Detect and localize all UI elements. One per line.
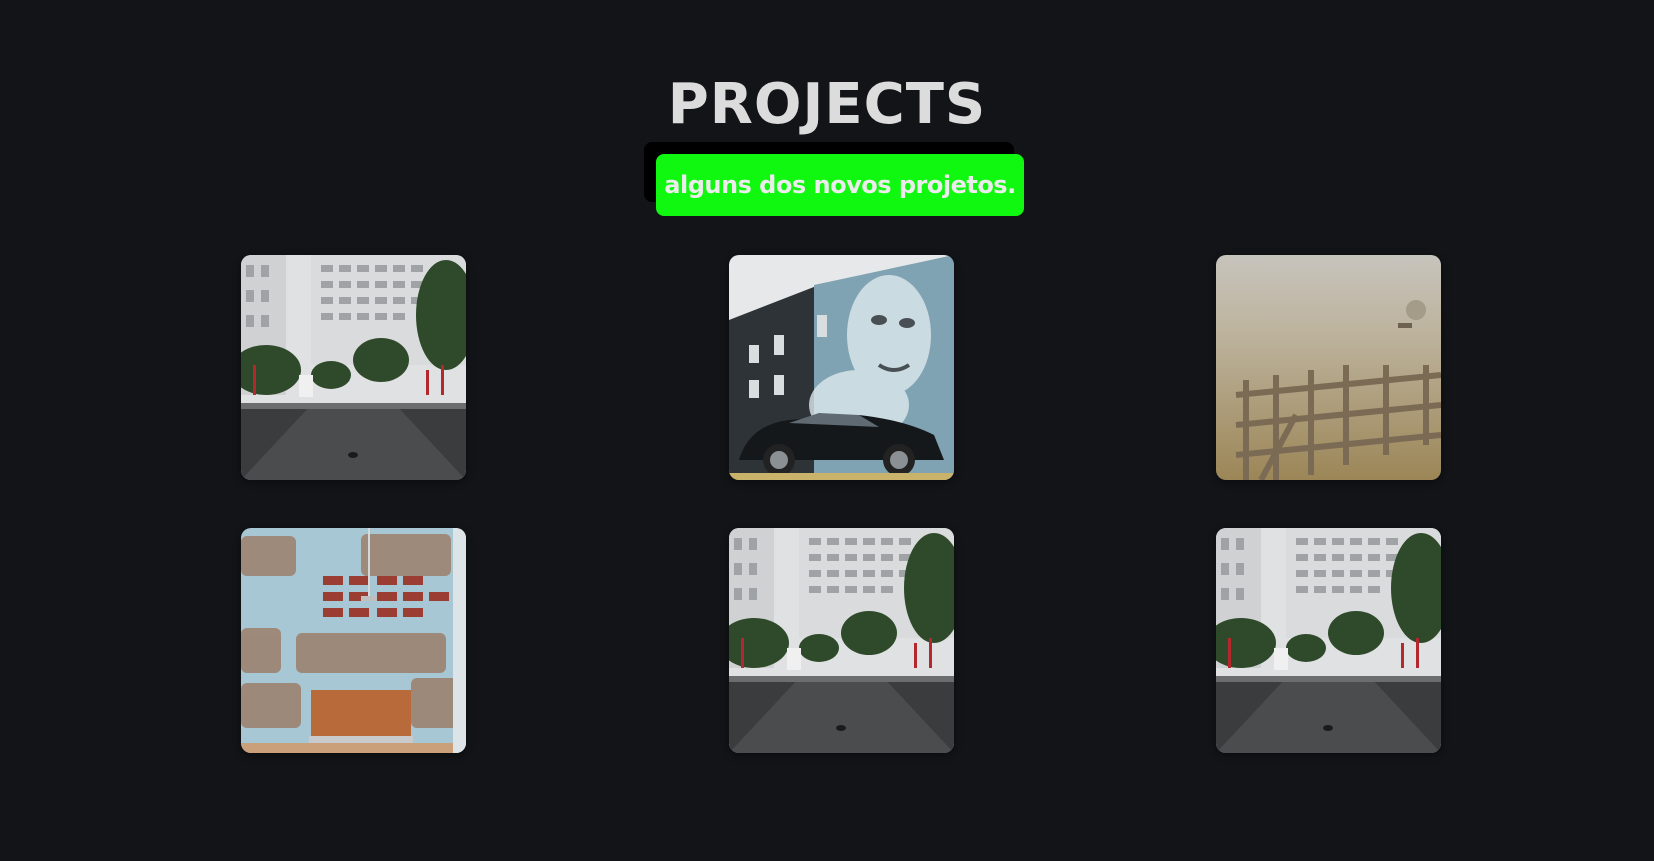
project-image-campus-street bbox=[729, 528, 954, 753]
projects-grid bbox=[0, 0, 1654, 861]
project-card-5[interactable] bbox=[729, 528, 954, 753]
project-image-campus-street bbox=[1216, 528, 1441, 753]
project-image-campus-street bbox=[241, 255, 466, 480]
project-image-mural-car bbox=[729, 255, 954, 480]
project-image-foggy-fence bbox=[1216, 255, 1441, 480]
project-card-6[interactable] bbox=[1216, 528, 1441, 753]
project-card-3[interactable] bbox=[1216, 255, 1441, 480]
project-card-4[interactable] bbox=[241, 528, 466, 753]
project-image-brick-wall-lamp bbox=[241, 528, 466, 753]
project-card-2[interactable] bbox=[729, 255, 954, 480]
project-card-1[interactable] bbox=[241, 255, 466, 480]
